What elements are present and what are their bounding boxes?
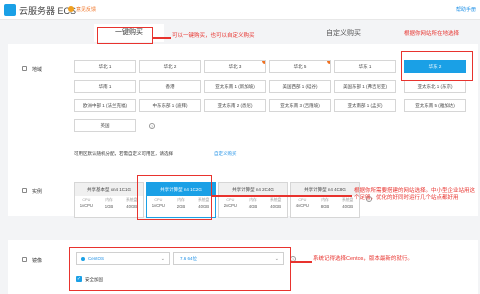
region-option[interactable]: 亚太南部 1 (孟买) <box>334 99 396 112</box>
cpu-col-label: CPU <box>298 198 307 202</box>
cpu-value: 1vCPU <box>79 203 93 208</box>
feedback-icon[interactable] <box>68 6 74 12</box>
tab-custom-buy[interactable]: 自定义购买 <box>326 28 361 38</box>
custom-buy-link[interactable]: 自定义购买 <box>214 151 237 157</box>
annotation-text: 根据你所需要搭建的网站选择。中小型企业站用这个足够，优化的好同时运行几个站点都好… <box>354 188 476 201</box>
disk-value: 40GB <box>342 204 353 209</box>
region-option[interactable]: 美国西部 1 (硅谷) <box>269 80 331 93</box>
region-option[interactable]: 中东东部 1 (迪拜) <box>139 99 201 112</box>
region-option[interactable]: 华北 2 <box>139 60 201 73</box>
annotation-box <box>401 51 473 81</box>
region-label: 地域 <box>32 67 43 73</box>
disk-value: 40GB <box>270 204 281 209</box>
region-option[interactable]: 亚太东北 1 (东京) <box>404 80 466 93</box>
annotation-text: 可以一键购买，也可以自定义购买 <box>172 33 255 39</box>
top-bar: 云服务器 ECS 意见反馈 帮助手册 <box>0 0 480 20</box>
region-option[interactable]: 华南 1 <box>74 80 136 93</box>
region-option[interactable]: 华东 1 <box>334 60 396 73</box>
annotation-arrow <box>291 261 312 263</box>
region-option[interactable]: 亚太东南 3 (吉隆坡) <box>269 99 331 112</box>
disk-col-label: 系统盘 <box>269 198 282 202</box>
region-option[interactable]: 欧洲中部 1 (法兰克福) <box>74 99 136 112</box>
region-option[interactable]: 亚太东南 2 (悉尼) <box>204 99 266 112</box>
annotation-arrow <box>212 195 352 197</box>
cpu-col-label: CPU <box>82 198 91 202</box>
annotation-box <box>137 175 212 220</box>
zone-note: 可用区默认随机分配，若需自定义可用区，请选择 <box>74 151 173 156</box>
region-option[interactable]: 亚太东南 1 (新加坡) <box>204 80 266 93</box>
instance-card-title: 共享基本型 xn4 1C1G <box>75 183 143 196</box>
region-option-label: 华北 5 <box>293 64 307 69</box>
annotation-box <box>69 247 291 291</box>
mem-value: 8GB <box>320 204 330 209</box>
feedback-link[interactable]: 意见反馈 <box>76 6 96 13</box>
mem-value: 1GB <box>104 204 114 209</box>
new-badge-icon <box>327 61 330 64</box>
mem-col-label: 内存 <box>105 198 113 202</box>
region-option[interactable]: 亚太东南 5 (雅加达) <box>404 99 466 112</box>
region-option[interactable]: 华北 5 <box>269 60 331 73</box>
region-option[interactable]: 华北 1 <box>74 60 136 73</box>
help-link[interactable]: 帮助手册 <box>456 6 476 13</box>
mem-value: 4GB <box>248 204 258 209</box>
image-icon <box>22 257 27 262</box>
new-badge-icon <box>262 61 265 64</box>
help-question-icon[interactable]: ? <box>149 123 155 129</box>
annotation-box <box>97 27 153 44</box>
region-option[interactable]: 英国 <box>74 119 136 132</box>
instance-card[interactable]: 共享计算型 n4 2C4G CPU 2vCPU 内存 4GB 系统盘 40GB <box>218 182 288 218</box>
mem-col-label: 内存 <box>249 198 257 202</box>
cpu-value: 2vCPU <box>223 203 237 208</box>
region-option[interactable]: 华北 3 <box>204 60 266 73</box>
annotation-text: 系统记得选择Centos，版本最新的就行。 <box>313 256 413 262</box>
instance-card[interactable]: 共享基本型 xn4 1C1G CPU 1vCPU 内存 1GB 系统盘 40GB <box>74 182 144 218</box>
server-icon <box>22 188 27 193</box>
region-option[interactable]: 美国东部 1 (弗吉尼亚) <box>334 80 396 93</box>
instance-card[interactable]: 共享计算型 n4 4C8G CPU 4vCPU 内存 8GB 系统盘 40GB <box>290 182 360 218</box>
region-option[interactable]: 香港 <box>139 80 201 93</box>
image-label: 镜像 <box>32 258 43 264</box>
mem-col-label: 内存 <box>321 198 329 202</box>
cpu-col-label: CPU <box>226 198 235 202</box>
cpu-value: 4vCPU <box>295 203 309 208</box>
region-option-label: 华北 3 <box>228 64 242 69</box>
ecs-purchase-page: 云服务器 ECS 意见反馈 帮助手册 一键购买 自定义购买 地域 华北 1 华北… <box>0 0 480 294</box>
annotation-text: 根据你网站所在地选择 <box>404 31 460 37</box>
instance-label: 实例 <box>32 189 43 195</box>
ecs-logo-icon <box>4 4 16 16</box>
annotation-arrow <box>153 37 171 39</box>
globe-icon <box>22 66 27 71</box>
